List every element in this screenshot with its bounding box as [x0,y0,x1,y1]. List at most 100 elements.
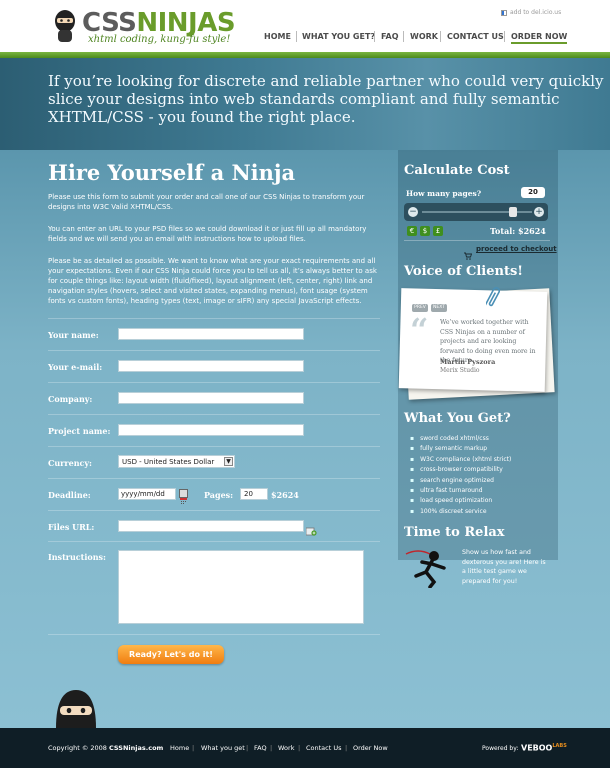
footer-divider: | [270,744,273,752]
list-item: cross-browser compatibility [410,465,511,475]
nav-what-you-get[interactable]: WHAT YOU GET? [302,32,375,41]
pages-label: Pages: [204,490,234,500]
quote-mark-icon: “ [410,311,429,349]
instructions-label: Instructions: [48,552,107,562]
intro-paragraph: Please use this form to submit your orde… [48,193,365,211]
running-ninja-icon[interactable] [404,546,458,589]
what-you-get-title: What You Get? [404,411,511,426]
list-item: W3C compliance (xhtml strict) [410,455,511,465]
checkout-link[interactable]: proceed to checkout [476,245,557,253]
pages-slider[interactable]: − + [404,203,548,221]
labs-text: LABS [552,743,567,749]
deadline-placeholder: yyyy/mm/dd [121,490,165,498]
email-label: Your e-mail: [48,362,103,372]
header-bar: CSSNINJAS xhtml coding, kung-fu style! a… [0,0,610,52]
nav-home[interactable]: HOME [264,32,291,41]
nav-work[interactable]: WORK [410,32,438,41]
list-item: fully semantic markup [410,444,511,454]
deadline-input[interactable]: yyyy/mm/dd [118,488,176,500]
currency-pound-icon[interactable]: £ [433,226,443,236]
calculate-cost-title: Calculate Cost [404,163,510,178]
chevron-down-icon: ▼ [224,457,233,466]
paperclip-icon [484,284,501,310]
instructions-textarea[interactable] [118,550,364,624]
list-item: search engine optimized [410,476,511,486]
total-cost: Total: $2624 [490,226,546,236]
list-item: load speed optimization [410,496,511,506]
tagline: xhtml coding, kung-fu style! [88,34,231,45]
files-url-input[interactable] [118,520,304,532]
footer-divider: | [298,744,301,752]
pages-input[interactable]: 20 [240,488,268,500]
nav-faq[interactable]: FAQ [381,32,399,41]
company-input[interactable] [118,392,304,404]
testimonial-company: Merix Studio [440,367,480,374]
form-divider [48,541,380,542]
page-title: Hire Yourself a Ninja [48,160,296,185]
footer-copyright: Copyright © 2008 CSSNinjas.com [48,744,163,752]
footer-divider: | [246,744,249,752]
name-input[interactable] [118,328,304,340]
add-link-icon[interactable] [305,521,317,536]
form-divider [48,318,380,319]
plus-icon[interactable]: + [534,207,544,217]
form-divider [48,634,380,635]
time-to-relax-title: Time to Relax [404,525,505,540]
site-logo[interactable]: CSSNINJAS [82,10,236,36]
currency-select[interactable]: USD - United States Dollar ▼ [118,455,235,468]
testimonial-author: Martin Pyszora [440,358,496,366]
form-divider [48,446,380,447]
nav-contact-us[interactable]: CONTACT US [447,32,504,41]
nav-order-now[interactable]: ORDER NOW [511,32,568,44]
footer-link-home[interactable]: Home [170,744,189,752]
powered-by-label: Powered by: [482,745,519,752]
calendar-icon[interactable] [179,489,188,504]
nav-divider [440,31,441,42]
project-input[interactable] [118,424,304,436]
nav-divider [296,31,297,42]
minus-icon[interactable]: − [408,207,418,217]
delicious-icon [501,9,507,16]
veboo-labs-logo[interactable]: VEBOOLABS [521,743,567,753]
company-label: Company: [48,394,93,404]
ninja-mascot-icon [52,688,100,728]
ninja-logo-icon [52,8,78,44]
currency-dollar-icon[interactable]: $ [420,226,430,236]
deadline-label: Deadline: [48,490,91,500]
site-name: CSSNinjas.com [109,744,164,752]
currency-euro-icon[interactable]: € [407,226,417,236]
form-divider [48,350,380,351]
veboo-text: VEBOO [521,743,553,753]
slider-handle[interactable] [508,207,517,217]
copyright-text: Copyright © 2008 [48,744,107,752]
hero-banner: If you’re looking for discrete and relia… [0,58,610,150]
list-item: sword coded xhtml/css [410,434,511,444]
files-label: Files URL: [48,522,95,532]
form-divider [48,382,380,383]
submit-button[interactable]: Ready? Let's do it! [118,645,224,664]
currency-value: USD - United States Dollar [122,458,215,466]
footer-link-work[interactable]: Work [278,744,294,752]
next-button[interactable]: NEXT [431,304,447,312]
pages-counter: 20 [521,187,545,198]
email-input[interactable] [118,360,304,372]
footer-link-what-you-get[interactable]: What you get [201,744,245,752]
voice-of-clients-title: Voice of Clients! [404,264,523,279]
nav-divider [403,31,404,42]
pages-value: 20 [244,490,253,498]
footer-link-order-now[interactable]: Order Now [353,744,388,752]
name-label: Your name: [48,330,99,340]
details-paragraph: Please be as detailed as possible. We wa… [48,257,377,305]
delicious-link[interactable]: add to del.icio.us [501,9,561,16]
form-divider [48,478,380,479]
form-divider [48,414,380,415]
benefits-list: sword coded xhtml/css fully semantic mar… [410,434,511,517]
nav-divider [374,31,375,42]
currency-label: Currency: [48,458,92,468]
footer: Copyright © 2008 CSSNinjas.com Home | Wh… [0,728,610,768]
sidebar-divider [404,240,550,241]
relax-text: Show us how fast and dexterous you are! … [462,549,546,585]
hero-text: If you’re looking for discrete and relia… [48,72,604,126]
footer-link-contact-us[interactable]: Contact Us [306,744,342,752]
footer-link-faq[interactable]: FAQ [254,744,267,752]
